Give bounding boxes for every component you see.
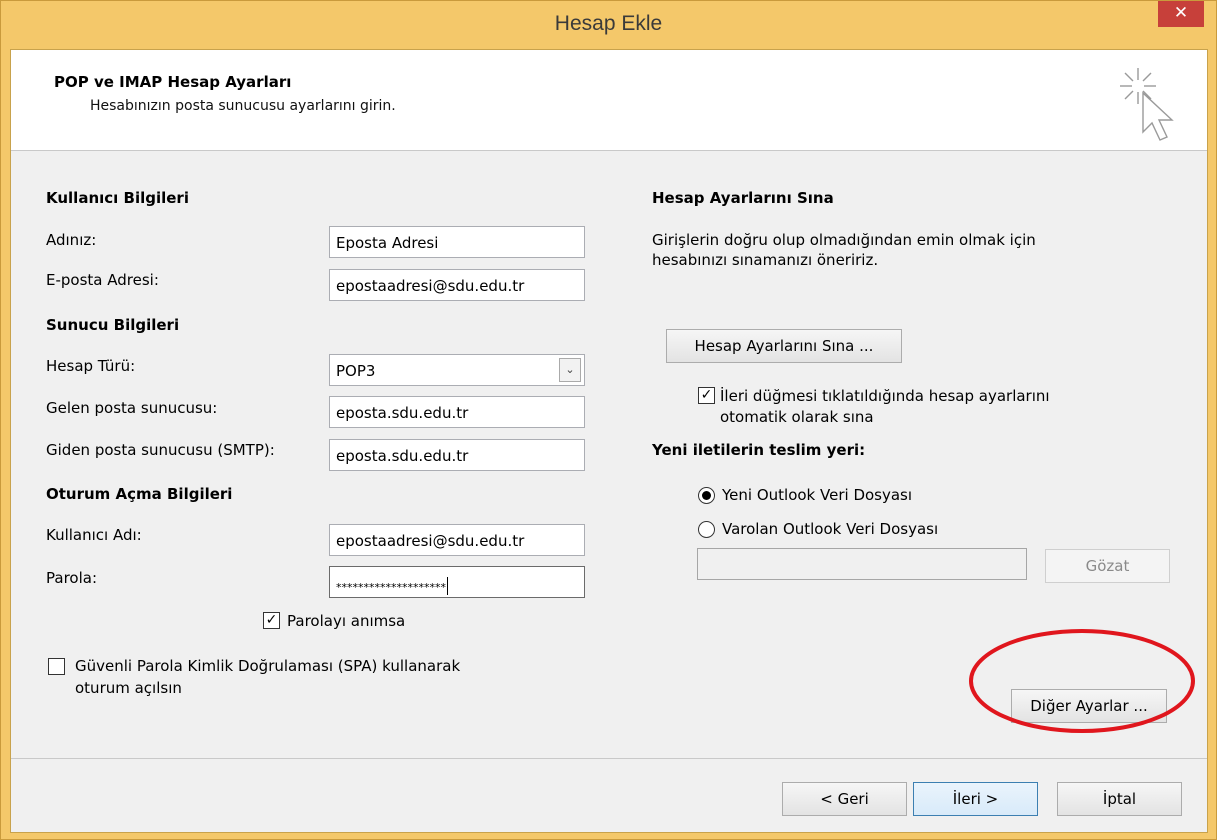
existing-data-file-label[interactable]: Varolan Outlook Veri Dosyası: [722, 520, 938, 538]
outgoing-server-label: Giden posta sunucusu (SMTP):: [46, 441, 275, 459]
header-title: POP ve IMAP Hesap Ayarları: [54, 73, 292, 91]
header-subtitle: Hesabınızın posta sunucusu ayarlarını gi…: [90, 98, 396, 114]
auto-test-label-line1[interactable]: İleri düğmesi tıklatıldığında hesap ayar…: [720, 387, 1050, 405]
account-type-value: POP3: [336, 362, 376, 380]
text-caret: [447, 577, 448, 595]
next-button[interactable]: İleri >: [913, 782, 1038, 816]
delivery-heading: Yeni iletilerin teslim yeri:: [652, 441, 866, 459]
username-label: Kullanıcı Adı:: [46, 526, 142, 544]
cursor-sparkle-icon: [1120, 68, 1174, 141]
server-info-heading: Sunucu Bilgileri: [46, 316, 180, 334]
title-bar[interactable]: Hesap Ekle ✕: [1, 1, 1216, 49]
auto-test-label-line2[interactable]: otomatik olarak sına: [720, 408, 874, 426]
name-input[interactable]: Eposta Adresi: [329, 226, 585, 258]
radio-selected-dot: [702, 491, 711, 500]
spa-label-line2[interactable]: oturum açılsın: [75, 679, 182, 697]
existing-data-file-path: [697, 548, 1027, 580]
user-info-heading: Kullanıcı Bilgileri: [46, 189, 189, 207]
incoming-server-label: Gelen posta sunucusu:: [46, 399, 218, 417]
account-type-select[interactable]: POP3 ⌄: [329, 354, 585, 386]
existing-data-file-radio[interactable]: [698, 521, 715, 538]
email-input[interactable]: epostaadresi@sdu.edu.tr: [329, 269, 585, 301]
password-mask: ********************: [336, 581, 446, 594]
name-label: Adınız:: [46, 231, 97, 249]
incoming-server-input[interactable]: eposta.sdu.edu.tr: [329, 396, 585, 428]
account-type-label: Hesap Türü:: [46, 357, 136, 375]
header-panel: POP ve IMAP Hesap Ayarları Hesabınızın p…: [11, 50, 1207, 151]
test-settings-heading: Hesap Ayarlarını Sına: [652, 189, 834, 207]
username-input[interactable]: epostaadresi@sdu.edu.tr: [329, 524, 585, 556]
browse-button: Gözat: [1045, 549, 1170, 583]
outgoing-server-input[interactable]: eposta.sdu.edu.tr: [329, 439, 585, 471]
cancel-button[interactable]: İptal: [1057, 782, 1182, 816]
remember-password-label[interactable]: Parolayı anımsa: [287, 612, 405, 630]
test-desc-line1: Girişlerin doğru olup olmadığından emin …: [652, 231, 1036, 249]
red-highlight-ellipse: [969, 629, 1195, 733]
remember-password-checkbox[interactable]: ✓: [263, 612, 280, 629]
spa-checkbox[interactable]: [48, 658, 65, 675]
back-button[interactable]: < Geri: [782, 782, 907, 816]
email-label: E-posta Adresi:: [46, 271, 159, 289]
new-data-file-label[interactable]: Yeni Outlook Veri Dosyası: [722, 486, 912, 504]
test-desc-line2: hesabınızı sınamanızı öneririz.: [652, 251, 879, 269]
logon-info-heading: Oturum Açma Bilgileri: [46, 485, 233, 503]
spa-label-line1[interactable]: Güvenli Parola Kimlik Doğrulaması (SPA) …: [75, 657, 460, 675]
auto-test-checkbox[interactable]: ✓: [698, 387, 715, 404]
window-title: Hesap Ekle: [554, 12, 663, 35]
new-data-file-radio[interactable]: [698, 487, 715, 504]
footer-separator: [11, 758, 1207, 759]
close-button[interactable]: ✕: [1158, 1, 1204, 27]
test-account-settings-button[interactable]: Hesap Ayarlarını Sına ...: [666, 329, 902, 363]
dialog-window: Hesap Ekle ✕ POP ve IMAP Hesap Ayarları …: [0, 0, 1217, 840]
password-label: Parola:: [46, 569, 97, 587]
password-input[interactable]: ********************: [329, 566, 585, 598]
chevron-down-icon[interactable]: ⌄: [559, 358, 581, 382]
